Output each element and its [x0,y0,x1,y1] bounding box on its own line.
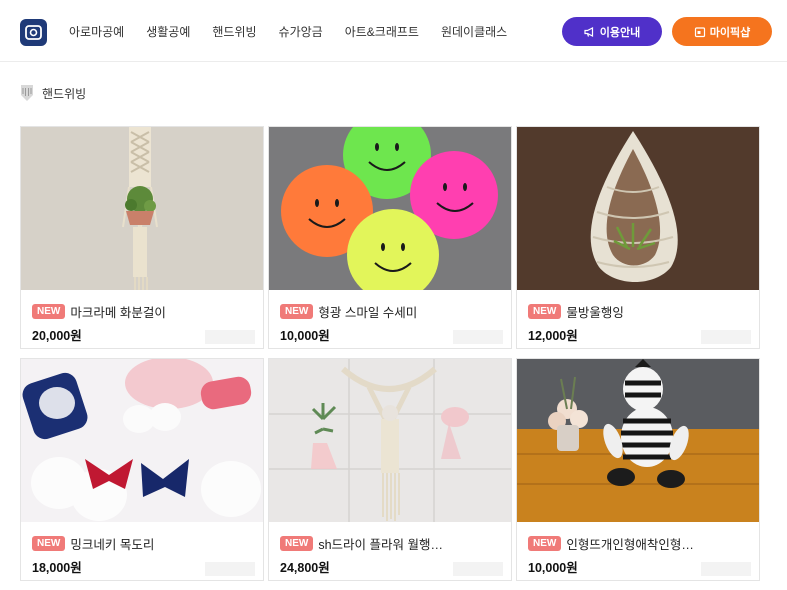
product-card[interactable]: NEW 형광 스마일 수세미 10,000원 [268,126,512,349]
breadcrumb-label: 핸드위빙 [42,86,87,101]
product-card[interactable]: NEW sh드라이 플라워 월행… 24,800원 [268,358,512,581]
weaving-icon [21,85,33,101]
product-card[interactable]: NEW 마크라메 화분걸이 20,000원 [20,126,264,349]
product-title[interactable]: 밍크네키 목도리 [70,534,154,553]
product-image [269,359,511,522]
logo-icon[interactable] [20,19,47,46]
placeholder-block [453,562,503,576]
product-price: 10,000원 [528,561,578,575]
guide-button[interactable]: 이용안내 [562,17,662,46]
product-title[interactable]: 형광 스마일 수세미 [318,302,417,321]
new-badge: NEW [280,304,314,319]
nav-item-oneday[interactable]: 원데이클래스 [441,23,507,40]
mypage-button[interactable]: 마이픽샵 [672,17,772,46]
product-price: 10,000원 [280,329,330,343]
nav-item-living[interactable]: 생활공예 [146,23,190,40]
new-badge: NEW [32,304,66,319]
product-image [517,127,759,290]
placeholder-block [205,562,255,576]
nav-item-art-craft[interactable]: 아트&크래프트 [345,23,419,40]
product-card[interactable]: NEW 인형뜨개인형애착인형… 10,000원 [516,358,760,581]
product-price: 24,800원 [280,561,330,575]
store-icon [694,26,705,37]
placeholder-block [701,562,751,576]
mypage-button-label: 마이픽샵 [709,26,751,39]
nav-item-sugar[interactable]: 슈가앙금 [279,23,323,40]
product-title[interactable]: 인형뜨개인형애착인형… [566,534,694,553]
product-image [21,359,263,522]
product-price: 18,000원 [32,561,82,575]
product-image [517,359,759,522]
product-price: 20,000원 [32,329,82,343]
nav-item-weaving[interactable]: 핸드위빙 [212,23,256,40]
product-image [269,127,511,290]
product-title[interactable]: sh드라이 플라워 월행… [318,534,443,553]
placeholder-block [453,330,503,344]
new-badge: NEW [528,536,562,551]
new-badge: NEW [528,304,562,319]
breadcrumb: 핸드위빙 [20,84,86,102]
new-badge: NEW [280,536,314,551]
product-price: 12,000원 [528,329,578,343]
placeholder-block [701,330,751,344]
megaphone-icon [584,26,593,37]
product-title[interactable]: 마크라메 화분걸이 [70,302,165,321]
product-card[interactable]: NEW 물방울행잉 12,000원 [516,126,760,349]
nav-item-aroma[interactable]: 아로마공예 [69,23,124,40]
placeholder-block [205,330,255,344]
site-header: 아로마공예 생활공예 핸드위빙 슈가앙금 아트&크래프트 원데이클래스 이용안내… [0,0,787,62]
product-title[interactable]: 물방울행잉 [566,302,624,321]
new-badge: NEW [32,536,66,551]
product-image [21,127,263,290]
main-nav: 아로마공예 생활공예 핸드위빙 슈가앙금 아트&크래프트 원데이클래스 [69,23,529,40]
guide-button-label: 이용안내 [599,26,641,39]
product-card[interactable]: NEW 밍크네키 목도리 18,000원 [20,358,264,581]
